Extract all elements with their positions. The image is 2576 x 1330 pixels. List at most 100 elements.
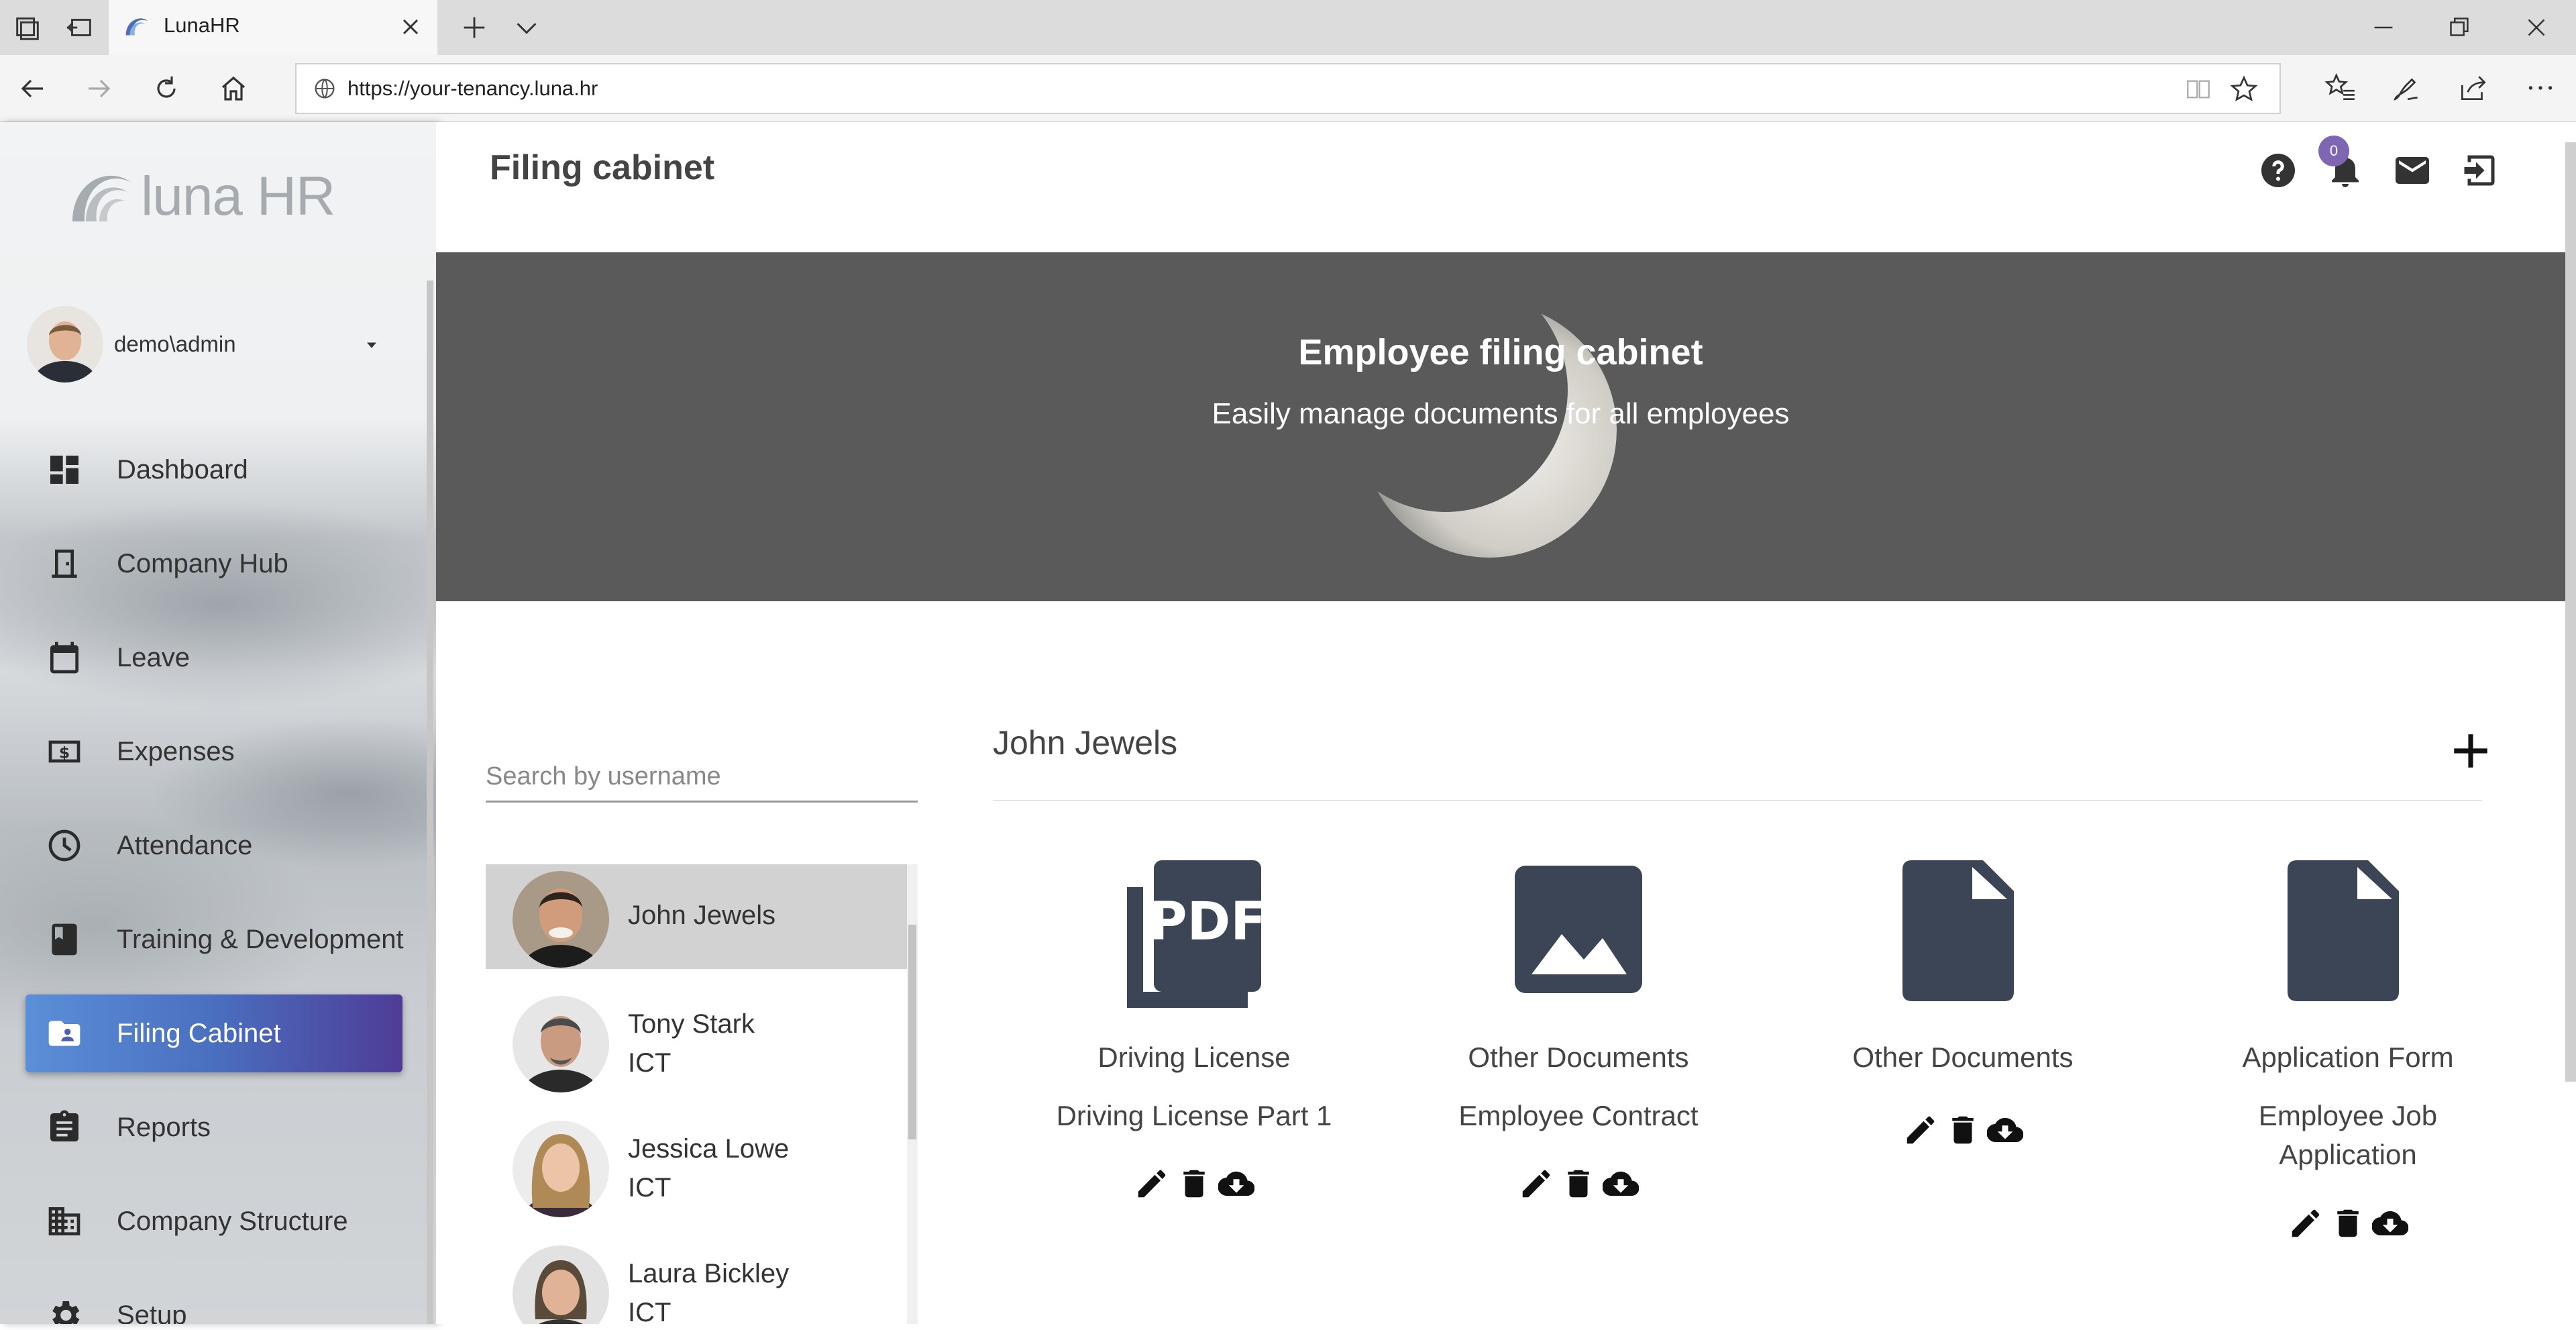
tab-aside-icon[interactable] bbox=[64, 12, 95, 43]
search-field[interactable] bbox=[486, 753, 918, 803]
sidebar-item-expenses[interactable]: $ Expenses bbox=[25, 713, 402, 790]
employee-list: John Jewels Tony Stark ICT Jessica Lowe … bbox=[486, 864, 918, 1324]
sidebar-item-reports[interactable]: Reports bbox=[25, 1088, 402, 1166]
document-category: Other Documents bbox=[1852, 1041, 2074, 1073]
avatar bbox=[513, 871, 609, 968]
share-icon[interactable] bbox=[2457, 71, 2490, 105]
document-category: Driving License bbox=[1097, 1041, 1291, 1073]
banner-title: Employee filing cabinet bbox=[1298, 332, 1703, 372]
browser-tab[interactable]: LunaHR bbox=[109, 0, 437, 55]
avatar bbox=[27, 306, 103, 382]
dashboard-icon bbox=[46, 451, 83, 489]
sidebar-item-label: Attendance bbox=[117, 831, 253, 860]
browser-address-bar: https://your-tenancy.luna.hr bbox=[0, 55, 2576, 122]
favorite-star-icon[interactable] bbox=[2229, 74, 2259, 105]
edit-pencil-icon[interactable] bbox=[1134, 1166, 1170, 1202]
new-tab-icon[interactable] bbox=[459, 12, 490, 43]
mail-icon[interactable] bbox=[2392, 150, 2432, 191]
sidebar-scrollbar[interactable] bbox=[427, 280, 433, 1324]
list-item[interactable]: Jessica Lowe ICT bbox=[486, 1114, 907, 1219]
delete-trash-icon[interactable] bbox=[1560, 1166, 1597, 1202]
delete-trash-icon[interactable] bbox=[2330, 1205, 2366, 1241]
sidebar-item-filing-cabinet[interactable]: Filing Cabinet bbox=[25, 994, 402, 1072]
browser-tab-bar: LunaHR bbox=[0, 0, 2576, 55]
minimize-icon[interactable] bbox=[2368, 12, 2399, 43]
pdf-icon[interactable]: PDF bbox=[1127, 860, 1261, 1008]
sidebar-item-training[interactable]: Training & Development bbox=[25, 901, 404, 978]
sidebar-item-label: Training & Development bbox=[117, 925, 404, 954]
avatar bbox=[513, 1121, 609, 1217]
list-scrollbar-thumb[interactable] bbox=[908, 925, 916, 1139]
search-input[interactable] bbox=[486, 753, 918, 801]
help-icon[interactable] bbox=[2258, 150, 2298, 191]
tab-list-chevron-icon[interactable] bbox=[511, 12, 542, 43]
edit-pencil-icon[interactable] bbox=[2288, 1205, 2324, 1241]
sidebar-item-attendance[interactable]: Attendance bbox=[25, 807, 402, 884]
sidebar-item-label: Company Structure bbox=[117, 1207, 348, 1236]
back-icon[interactable] bbox=[16, 72, 48, 105]
reading-view-icon[interactable] bbox=[2184, 75, 2212, 103]
gear-icon bbox=[46, 1296, 83, 1324]
employee-name: Tony Stark bbox=[628, 1009, 755, 1039]
lunahr-logo: luna HR bbox=[67, 162, 369, 229]
more-options-icon[interactable] bbox=[2524, 71, 2557, 105]
document-category: Other Documents bbox=[1468, 1041, 1689, 1073]
lunahr-favicon-icon bbox=[121, 12, 152, 43]
file-icon[interactable] bbox=[2281, 860, 2415, 1008]
main-scrollbar[interactable] bbox=[2565, 142, 2576, 1082]
document-actions bbox=[1782, 1112, 2144, 1149]
logout-icon[interactable] bbox=[2459, 150, 2500, 191]
svg-text:$: $ bbox=[59, 743, 70, 762]
sidebar-item-dashboard[interactable]: Dashboard bbox=[25, 431, 402, 509]
document-card: Other Documents Employee Contract bbox=[1397, 860, 1760, 1330]
sidebar-item-label: Leave bbox=[117, 643, 190, 672]
tab-groups-icon[interactable] bbox=[12, 12, 43, 43]
edit-pencil-icon[interactable] bbox=[1518, 1166, 1554, 1202]
clock-icon bbox=[46, 827, 83, 864]
restore-icon[interactable] bbox=[2443, 12, 2474, 43]
globe-icon bbox=[311, 75, 338, 102]
employee-department: ICT bbox=[628, 1298, 672, 1324]
document-name: Employee Job Application bbox=[2258, 1100, 2438, 1170]
banner-subtitle: Easily manage documents for all employee… bbox=[1212, 397, 1790, 430]
main-content: Filing cabinet 0 Employee filing cabinet… bbox=[436, 122, 2576, 1324]
document-name: Employee Contract bbox=[1458, 1100, 1699, 1131]
sidebar-item-company-structure[interactable]: Company Structure bbox=[25, 1182, 402, 1260]
sidebar-item-setup[interactable]: Setup bbox=[25, 1276, 402, 1324]
sidebar-item-company-hub[interactable]: Company Hub bbox=[25, 525, 402, 603]
download-cloud-icon[interactable] bbox=[1218, 1166, 1254, 1202]
home-icon[interactable] bbox=[217, 72, 250, 105]
edit-pencil-icon[interactable] bbox=[1902, 1112, 1939, 1148]
document-card: PDF Driving License Driving License Part… bbox=[1013, 860, 1375, 1330]
employee-name: John Jewels bbox=[628, 901, 776, 930]
file-icon[interactable] bbox=[1896, 860, 2030, 1008]
download-cloud-icon[interactable] bbox=[2372, 1205, 2408, 1241]
user-menu[interactable]: demo\admin bbox=[27, 306, 389, 384]
url-field[interactable]: https://your-tenancy.luna.hr bbox=[295, 63, 2281, 114]
add-document-button[interactable] bbox=[2449, 729, 2493, 773]
document-name: Driving License Part 1 bbox=[1056, 1100, 1332, 1131]
delete-trash-icon[interactable] bbox=[1945, 1112, 1981, 1148]
refresh-icon[interactable] bbox=[150, 72, 182, 105]
favorites-hub-icon[interactable] bbox=[2324, 71, 2357, 105]
delete-trash-icon[interactable] bbox=[1176, 1166, 1212, 1202]
download-cloud-icon[interactable] bbox=[1603, 1166, 1639, 1202]
selected-employee-name: John Jewels bbox=[993, 724, 1178, 762]
list-item[interactable]: John Jewels bbox=[486, 864, 907, 969]
money-icon: $ bbox=[46, 733, 83, 770]
list-item[interactable]: Laura Bickley ICT bbox=[486, 1239, 907, 1324]
clipboard-icon bbox=[46, 1109, 83, 1146]
web-note-icon[interactable] bbox=[2390, 71, 2423, 105]
tab-close-icon[interactable] bbox=[397, 13, 424, 40]
user-name: demo\admin bbox=[114, 331, 236, 356]
sidebar-item-label: Dashboard bbox=[117, 455, 248, 484]
window-close-icon[interactable] bbox=[2521, 12, 2552, 43]
forward-icon[interactable] bbox=[83, 72, 115, 105]
download-cloud-icon[interactable] bbox=[1987, 1112, 2023, 1148]
sidebar-item-leave[interactable]: Leave bbox=[25, 619, 402, 697]
caret-down-icon[interactable] bbox=[362, 336, 381, 354]
image-icon[interactable] bbox=[1511, 860, 1646, 1008]
list-item[interactable]: Tony Stark ICT bbox=[486, 989, 907, 1094]
employee-department: ICT bbox=[628, 1048, 672, 1078]
document-actions bbox=[1013, 1166, 1375, 1203]
